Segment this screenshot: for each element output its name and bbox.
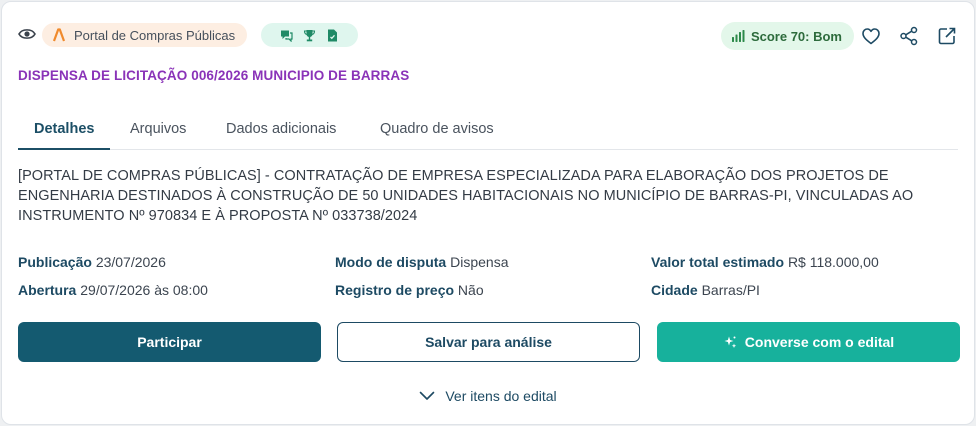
info-column-mode: Modo de disputa Dispensa Registro de pre… [335,252,508,308]
tab-quadro-de-avisos[interactable]: Quadro de avisos [364,114,510,150]
score-badge: Score 70: Bom [720,22,854,50]
tab-detalhes[interactable]: Detalhes [18,114,111,150]
info-label: Publicação [18,254,92,270]
info-label: Valor total estimado [651,254,785,270]
participar-button[interactable]: Participar [18,322,321,362]
external-link-icon[interactable] [936,25,958,47]
info-abertura: Abertura 29/07/2026 às 08:00 [18,280,208,308]
tender-title[interactable]: DISPENSA DE LICITAÇÃO 006/2026 MUNICIPIO… [18,68,409,83]
converse-edital-button[interactable]: Converse com o edital [657,322,960,362]
info-modo-disputa: Modo de disputa Dispensa [335,252,508,280]
trophy-icon [303,29,316,41]
bar-chart-icon [731,30,745,42]
info-value: Barras/PI [701,282,760,298]
info-label: Registro de preço [335,282,455,298]
info-column-dates: Publicação 23/07/2026 Abertura 29/07/202… [18,252,208,308]
ver-itens-link[interactable]: Ver itens do edital [2,388,974,404]
converse-edital-label: Converse com o edital [744,334,895,350]
info-value: R$ 118.000,00 [787,254,879,270]
info-cidade: Cidade Barras/PI [651,280,879,308]
feature-badge [261,23,358,47]
portal-logo-icon [52,28,66,42]
info-label: Abertura [18,282,77,298]
document-icon [328,29,337,41]
sparkle-icon [724,336,736,348]
tender-card: Portal de Compras Públicas Score 70: Bom… [1,1,975,425]
tab-dados-adicionais[interactable]: Dados adicionais [210,114,352,150]
chevron-down-icon [420,391,435,400]
info-label: Cidade [651,282,698,298]
chat-icon [281,30,293,42]
score-label: Score 70: Bom [750,28,842,44]
info-valor-total: Valor total estimado R$ 118.000,00 [651,252,879,280]
heart-icon[interactable] [860,25,882,47]
tab-bar: Detalhes Arquivos Dados adicionais Quadr… [18,114,958,150]
info-publicacao: Publicação 23/07/2026 [18,252,208,280]
info-value: 29/07/2026 às 08:00 [80,282,208,298]
source-badge: Portal de Compras Públicas [42,23,248,47]
info-column-value: Valor total estimado R$ 118.000,00 Cidad… [651,252,879,308]
info-registro-preco: Registro de preço Não [335,280,508,308]
tender-description: [PORTAL DE COMPRAS PÚBLICAS] - CONTRATAÇ… [18,168,914,224]
share-icon[interactable] [898,25,920,47]
ver-itens-label: Ver itens do edital [445,388,557,404]
info-value: Não [457,282,484,298]
tab-arquivos[interactable]: Arquivos [114,114,202,150]
salvar-analise-button[interactable]: Salvar para análise [337,322,640,362]
info-label: Modo de disputa [335,254,447,270]
card-header: Portal de Compras Públicas Score 70: Bom [18,22,958,50]
source-label: Portal de Compras Públicas [74,27,236,43]
eye-icon[interactable] [18,27,36,41]
info-value: 23/07/2026 [95,254,166,270]
info-value: Dispensa [450,254,509,270]
